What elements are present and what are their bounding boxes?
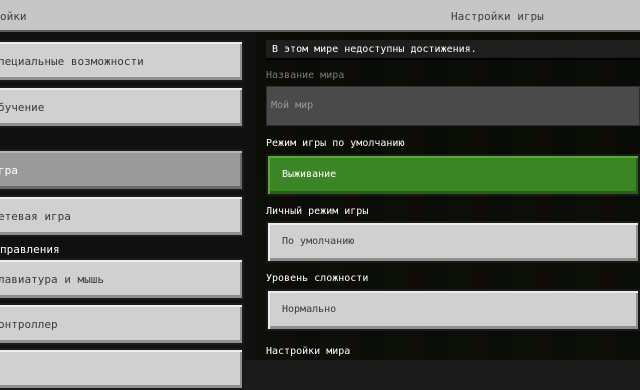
sidebar-item-label: етевая игра bbox=[0, 209, 71, 223]
personal-mode-label: Личный режим игры bbox=[266, 206, 369, 217]
game-mode-label: Режим игры по умолчанию bbox=[266, 138, 405, 149]
settings-panel: В этом мире недоступны достижения. Назва… bbox=[256, 32, 640, 360]
sidebar-item-label: лавиатура и мышь bbox=[0, 272, 104, 286]
sidebar: пециальные возможности бучение гра етева… bbox=[0, 32, 256, 390]
sidebar-item-accessibility[interactable]: пециальные возможности bbox=[0, 40, 244, 82]
world-settings-label: Настройки мира bbox=[266, 346, 351, 357]
sidebar-item-multiplayer[interactable]: етевая игра bbox=[0, 195, 244, 237]
sidebar-item-controller[interactable]: онтроллер bbox=[0, 303, 244, 345]
achievements-notice: В этом мире недоступны достижения. bbox=[266, 40, 640, 60]
sidebar-item-label: онтроллер bbox=[0, 317, 58, 331]
game-mode-dropdown[interactable]: Выживание bbox=[266, 154, 640, 196]
title-bar: ойки Настройки игры bbox=[0, 0, 640, 32]
personal-mode-dropdown[interactable]: По умолчанию bbox=[266, 221, 640, 263]
sidebar-item-partial[interactable] bbox=[0, 348, 244, 390]
sidebar-item-keyboard-mouse[interactable]: лавиатура и мышь bbox=[0, 258, 244, 300]
difficulty-label: Уровень сложности bbox=[266, 273, 369, 284]
world-name-field[interactable]: Мой мир bbox=[266, 86, 640, 126]
sidebar-item-label: пециальные возможности bbox=[0, 54, 144, 68]
settings-title: ойки bbox=[0, 10, 27, 23]
sidebar-item-game[interactable]: гра bbox=[0, 149, 244, 191]
world-name-label: Название мира bbox=[266, 70, 345, 81]
sidebar-section-controls: правления bbox=[0, 243, 60, 256]
game-settings-title: Настройки игры bbox=[451, 10, 544, 23]
difficulty-dropdown[interactable]: Нормально bbox=[266, 289, 640, 331]
sidebar-item-label: гра bbox=[0, 163, 18, 177]
sidebar-item-tutorial[interactable]: бучение bbox=[0, 86, 244, 128]
sidebar-item-label: бучение bbox=[0, 100, 45, 114]
